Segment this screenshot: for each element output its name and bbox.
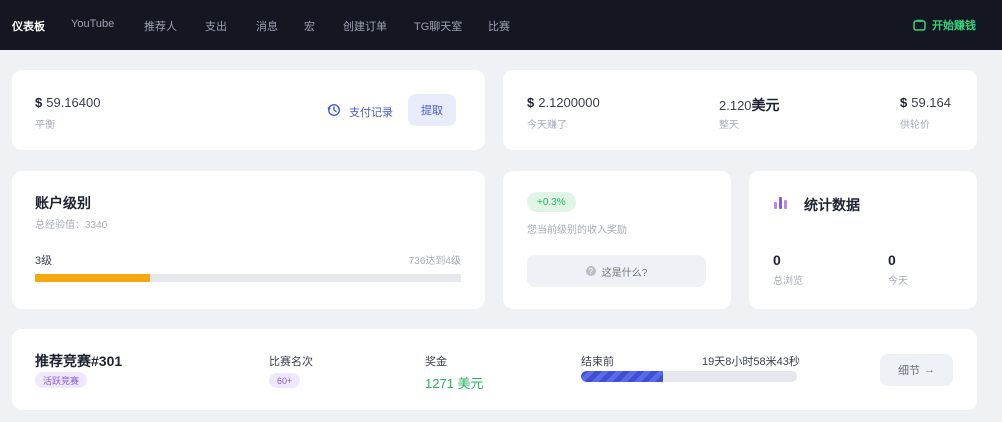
balance-amount: $59.16400 — [35, 95, 101, 110]
nav-macros[interactable]: 宏 — [304, 18, 315, 34]
nav-messages[interactable]: 消息 — [256, 18, 278, 34]
history-icon — [327, 103, 341, 120]
turnover-label: 供轮价 — [900, 120, 930, 131]
today-earned-label: 今天赚了 — [527, 120, 567, 131]
account-level-card: 账户级别 总经验值：3340 3级 736达到4级 — [12, 171, 485, 309]
account-level-title: 账户级别 — [35, 195, 91, 211]
total-views-value: 0 — [773, 252, 781, 268]
earnings-card: $2.1200000 今天赚了 2.120美元 整天 $59.164 供轮价 — [503, 70, 977, 150]
referral-contest-card: 推荐竞赛#301 活跃竞赛 比赛名次 60+ 奖金 1271 美元 结束前 19… — [12, 329, 977, 410]
details-label: 细节 — [898, 365, 920, 377]
bar-chart-icon — [773, 195, 791, 214]
balance-card: $59.16400 平衡 支付记录 提取 — [12, 70, 485, 150]
statistics-card: 统计数据 0 总浏览 0 今天 — [749, 171, 977, 309]
contest-rank-badge: 60+ — [269, 373, 301, 388]
turnover-amount: $59.164 — [900, 95, 951, 110]
level-progress-bar — [35, 274, 461, 282]
nav-contests[interactable]: 比赛 — [488, 18, 510, 34]
withdraw-button[interactable]: 提取 — [408, 94, 456, 126]
prize-label: 奖金 — [425, 356, 447, 368]
today-views-value: 0 — [888, 252, 896, 268]
statistics-title: 统计数据 — [804, 197, 860, 213]
total-earned-label: 整天 — [719, 120, 739, 131]
ends-in-label: 结束前 — [581, 356, 614, 368]
total-earned-amount: 2.120美元 — [719, 97, 780, 113]
nav-payouts[interactable]: 支出 — [205, 18, 227, 34]
top-navigation: 仪表板 YouTube 推荐人 支出 消息 宏 创建订单 TG聊天室 比赛 开始… — [0, 0, 1002, 50]
balance-label: 平衡 — [35, 120, 55, 131]
total-views-label: 总浏览 — [773, 276, 803, 287]
contest-title: 推荐竞赛#301 — [35, 353, 123, 369]
level-progress-fill — [35, 274, 151, 282]
contest-progress-bar — [581, 371, 797, 382]
details-button[interactable]: 细节 → — [880, 354, 953, 386]
payment-history-link[interactable]: 支付记录 — [327, 103, 393, 120]
bonus-description: 您当前级别的收入奖励 — [527, 225, 627, 236]
current-level: 3级 — [35, 255, 53, 267]
income-bonus-card: +0.3% 您当前级别的收入奖励 ? 这是什么? — [503, 171, 731, 309]
today-earned-amount: $2.1200000 — [527, 95, 600, 110]
contest-countdown: 19天8小时58米43秒 — [702, 356, 800, 368]
bonus-badge: +0.3% — [527, 192, 576, 212]
contest-progress-fill — [581, 371, 664, 382]
arrow-right-icon: → — [924, 364, 935, 376]
today-views-label: 今天 — [888, 276, 908, 287]
nav-create-order[interactable]: 创建订单 — [343, 18, 387, 34]
prize-value: 1271 美元 — [425, 376, 484, 391]
next-level-text: 736达到4级 — [408, 256, 461, 267]
what-is-this-label: 这是什么? — [601, 267, 648, 279]
what-is-this-button[interactable]: ? 这是什么? — [527, 255, 706, 287]
start-earning-label: 开始赚钱 — [932, 20, 976, 32]
nav-tg-chat[interactable]: TG聊天室 — [414, 18, 462, 34]
start-earning-button[interactable]: 开始赚钱 — [913, 17, 976, 33]
wallet-icon — [913, 19, 926, 31]
nav-dashboard[interactable]: 仪表板 — [12, 18, 45, 34]
contest-rank-label: 比赛名次 — [269, 356, 313, 368]
total-exp-label: 总经验值：3340 — [35, 220, 108, 231]
nav-youtube[interactable]: YouTube — [71, 18, 114, 30]
active-contest-badge: 活跃竞赛 — [35, 372, 88, 388]
payment-history-label: 支付记录 — [349, 106, 393, 119]
nav-referrals[interactable]: 推荐人 — [144, 18, 177, 34]
question-icon: ? — [585, 266, 596, 276]
